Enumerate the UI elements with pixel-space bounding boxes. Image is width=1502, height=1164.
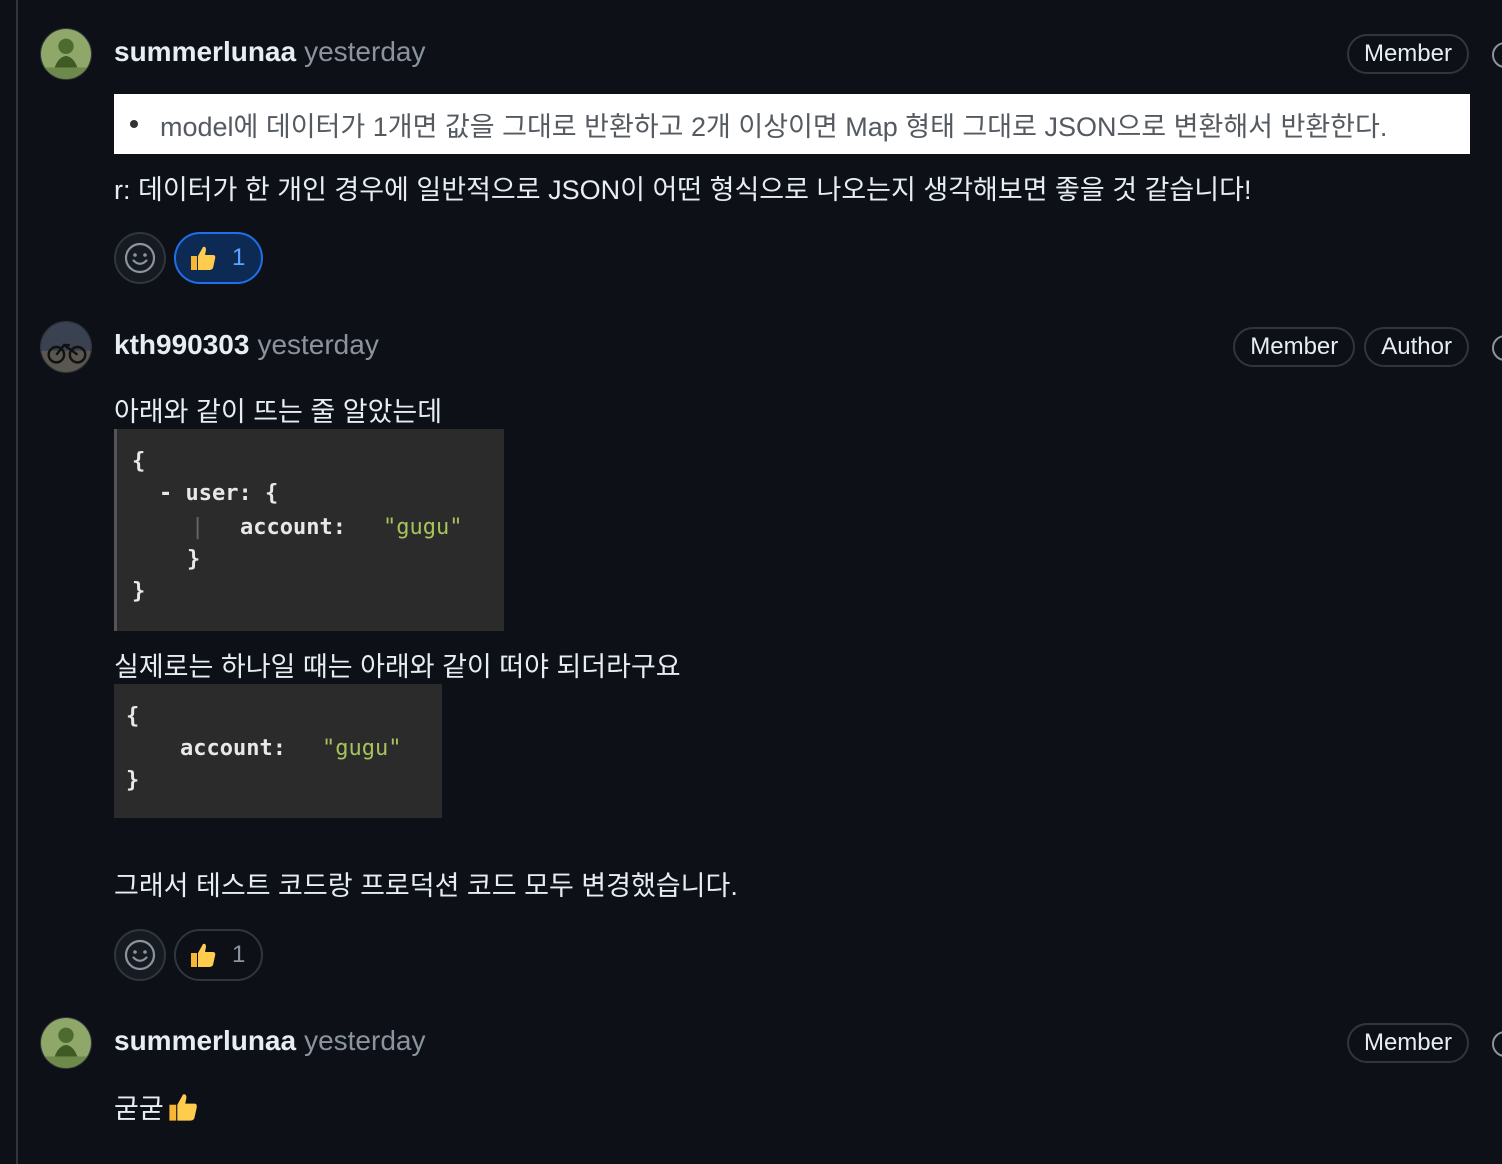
code-image: { - user: { | account: "gugu" } } bbox=[114, 429, 504, 631]
avatar-image bbox=[41, 322, 91, 372]
code-key: account: bbox=[180, 736, 286, 761]
indent-guide: | bbox=[191, 515, 205, 540]
badges: Member bbox=[1346, 1023, 1469, 1063]
timestamp[interactable]: yesterday bbox=[304, 1025, 425, 1057]
comment-header: kth990303 yesterday bbox=[114, 325, 379, 365]
bullet-icon bbox=[130, 120, 138, 128]
author-name[interactable]: kth990303 bbox=[114, 329, 249, 361]
code-line: - user: { bbox=[159, 481, 279, 506]
code-image: { account: "gugu" } bbox=[114, 684, 442, 818]
thumbs-up-reaction-button[interactable]: 1 bbox=[174, 929, 264, 981]
badges: Member bbox=[1346, 34, 1469, 74]
quoted-image: model에 데이터가 1개면 값을 그대로 반환하고 2개 이상이면 Map … bbox=[114, 94, 1470, 154]
comment-options-icon[interactable] bbox=[1492, 42, 1502, 68]
author-name[interactable]: summerlunaa bbox=[114, 1025, 296, 1057]
reactions-bar: 1 bbox=[114, 929, 264, 981]
thumbs-up-reaction-button[interactable]: 1 bbox=[174, 232, 264, 284]
comment-text: 아래와 같이 뜨는 줄 알았는데 bbox=[114, 397, 443, 427]
reaction-count: 1 bbox=[232, 244, 246, 271]
code-line: } bbox=[187, 547, 201, 572]
badges: Member Author bbox=[1233, 327, 1469, 367]
timeline-line bbox=[16, 0, 18, 1164]
comment-header: summerlunaa yesterday bbox=[114, 32, 425, 72]
code-line: } bbox=[132, 579, 146, 604]
comment-text-row: 굳굳 bbox=[114, 1087, 200, 1126]
member-badge: Member bbox=[1346, 34, 1469, 74]
reaction-count: 1 bbox=[232, 941, 246, 968]
author-badge: Author bbox=[1364, 327, 1469, 367]
avatar-image bbox=[41, 1018, 91, 1068]
reactions-bar: 1 bbox=[114, 232, 264, 284]
comment-options-icon[interactable] bbox=[1492, 1031, 1502, 1057]
code-key: account: bbox=[240, 515, 346, 540]
comment-text: 굳굳 bbox=[114, 1094, 164, 1124]
smiley-icon bbox=[124, 242, 156, 274]
comment-header: summerlunaa yesterday bbox=[114, 1021, 425, 1061]
timestamp[interactable]: yesterday bbox=[304, 36, 425, 68]
quoted-image-text: model에 데이터가 1개면 값을 그대로 반환하고 2개 이상이면 Map … bbox=[160, 111, 1388, 142]
avatar[interactable] bbox=[40, 1017, 92, 1069]
comment-text: 그래서 테스트 코드랑 프로덕션 코드 모두 변경했습니다. bbox=[114, 871, 738, 901]
member-badge: Member bbox=[1346, 1023, 1469, 1063]
comment-options-icon[interactable] bbox=[1492, 335, 1502, 361]
smiley-icon bbox=[124, 939, 156, 971]
code-line: { bbox=[126, 704, 140, 729]
comment-text: r: 데이터가 한 개인 경우에 일반적으로 JSON이 어떤 형식으로 나오는… bbox=[114, 175, 1252, 205]
code-line: { bbox=[132, 449, 146, 474]
comment-text: 실제로는 하나일 때는 아래와 같이 떠야 되더라구요 bbox=[114, 652, 681, 682]
code-line: } bbox=[126, 768, 140, 793]
thumbs-up-icon bbox=[191, 943, 216, 967]
avatar[interactable] bbox=[40, 321, 92, 373]
author-name[interactable]: summerlunaa bbox=[114, 36, 296, 68]
timestamp[interactable]: yesterday bbox=[257, 329, 378, 361]
thumbs-up-icon bbox=[191, 246, 216, 270]
thumbs-up-icon bbox=[169, 1093, 197, 1121]
avatar[interactable] bbox=[40, 28, 92, 80]
code-string: "gugu" bbox=[383, 515, 463, 540]
code-string: "gugu" bbox=[322, 736, 402, 761]
add-reaction-button[interactable] bbox=[114, 232, 166, 284]
avatar-image bbox=[41, 29, 91, 79]
add-reaction-button[interactable] bbox=[114, 929, 166, 981]
member-badge: Member bbox=[1233, 327, 1356, 367]
